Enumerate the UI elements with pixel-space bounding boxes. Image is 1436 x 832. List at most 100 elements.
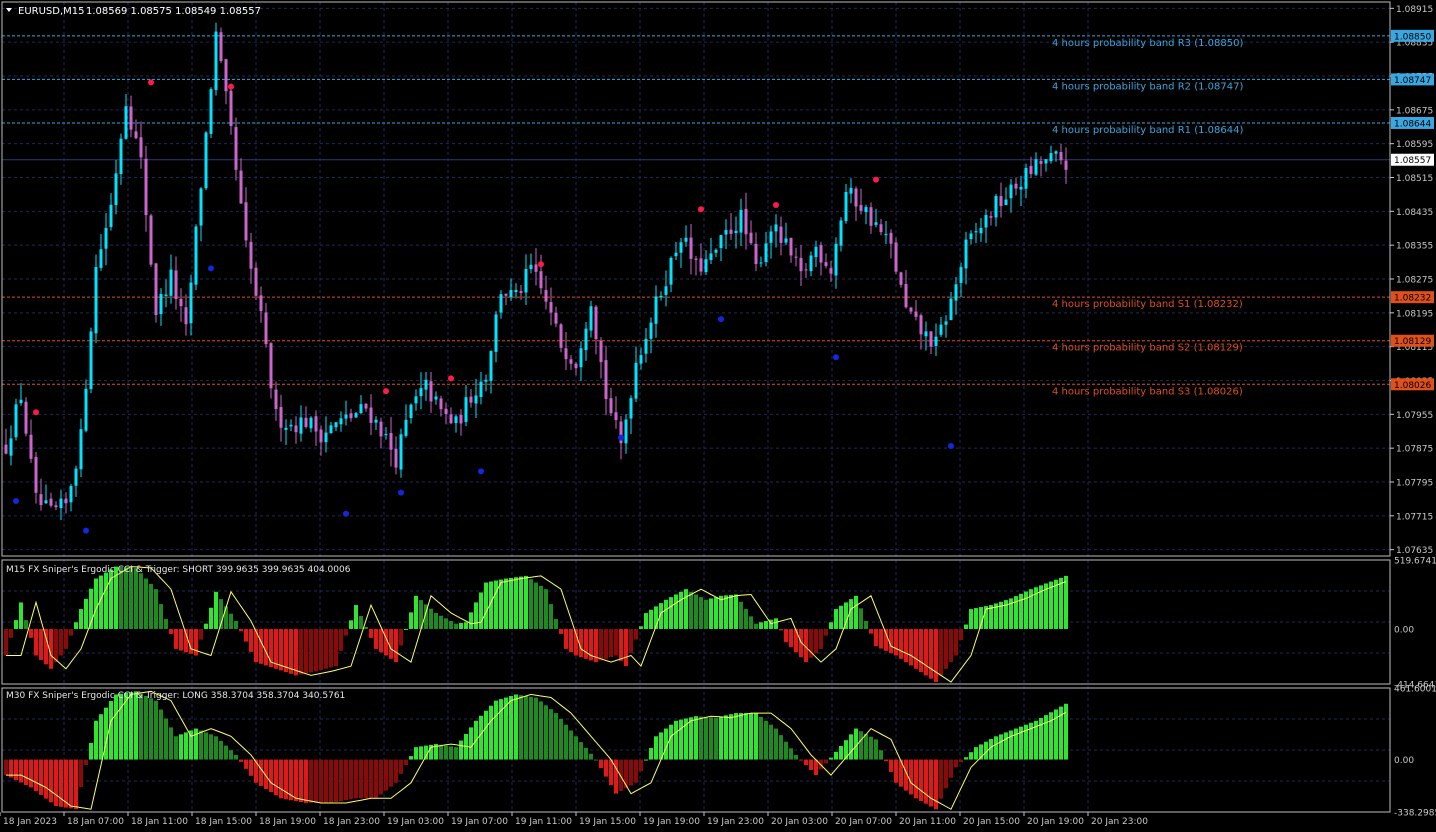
candle-body <box>569 359 573 364</box>
cci-bar <box>469 612 473 629</box>
price-tick-label: 1.08275 <box>1396 276 1433 286</box>
cci-bar <box>169 628 173 634</box>
candle-body <box>299 417 303 434</box>
candle-body <box>84 388 88 431</box>
candle-body <box>864 207 868 213</box>
candle-body <box>234 127 238 170</box>
cci-bar <box>764 720 768 760</box>
cci-bar <box>599 759 603 769</box>
cci-bar <box>679 591 683 629</box>
cci-bar <box>354 759 358 799</box>
cci-bar <box>864 733 868 760</box>
candle-body <box>894 242 898 272</box>
candle-body <box>214 31 218 90</box>
cci-bar <box>824 759 828 764</box>
candle-body <box>149 215 153 265</box>
cci-bar <box>524 575 528 629</box>
candle-body <box>724 229 728 235</box>
cci-bar <box>509 695 513 760</box>
cci-bar <box>479 592 483 629</box>
candle-body <box>404 419 408 436</box>
cci-bar <box>334 628 338 667</box>
cci-bar <box>154 700 158 760</box>
cci-bar <box>444 745 448 760</box>
cci-bar <box>674 594 678 629</box>
time-tick-label: 18 Jan 2023 <box>3 817 57 827</box>
candle-body <box>389 432 393 450</box>
price-tick-label: 1.08675 <box>1396 106 1433 116</box>
candle-body <box>514 289 518 292</box>
cci-bar <box>79 759 83 788</box>
cci-bar <box>39 759 43 795</box>
candle-body <box>144 158 148 216</box>
cci-bar <box>684 589 688 629</box>
cci-bar <box>889 628 893 654</box>
cci-bar <box>374 628 378 649</box>
cci-bar <box>149 583 153 629</box>
candle-body <box>489 350 493 381</box>
cci-bar <box>229 613 233 629</box>
candle-body <box>534 264 538 272</box>
candle-body <box>904 283 908 308</box>
cci-bar <box>454 623 458 629</box>
cci-bar <box>1019 593 1023 629</box>
candle-body <box>1029 165 1033 174</box>
candle-body <box>64 498 68 504</box>
cci-bar <box>294 628 298 676</box>
cci-bar <box>934 628 938 683</box>
cci-bar <box>564 628 568 649</box>
down-fractal-dot <box>478 468 484 475</box>
cci-bar <box>269 759 273 793</box>
down-fractal-dot <box>398 489 404 496</box>
cci-bar <box>364 759 368 799</box>
candle-body <box>524 269 528 293</box>
cci-bar <box>9 628 13 638</box>
cci-bar <box>964 757 968 760</box>
cci-bar <box>339 628 343 651</box>
candle-body <box>969 233 973 240</box>
cci-bar <box>584 747 588 760</box>
cci-bar <box>159 604 163 629</box>
cci-bar <box>949 628 953 663</box>
candle-body <box>169 269 173 296</box>
cci-bar <box>974 747 978 760</box>
cci-bar <box>859 608 863 629</box>
cci-bar <box>484 582 488 629</box>
candle-body <box>729 229 733 234</box>
cci-bar <box>14 759 18 781</box>
cci-bar <box>214 736 218 760</box>
candle-body <box>769 231 773 243</box>
cci-bar <box>394 628 398 663</box>
cci-bar <box>329 759 333 803</box>
candle-body <box>49 498 53 506</box>
price-tag-label: 1.08232 <box>1394 294 1431 304</box>
cci-bar <box>529 579 533 629</box>
cci-bar <box>39 628 43 660</box>
candle-body <box>994 196 998 218</box>
cci-bar <box>594 759 598 761</box>
trading-chart[interactable]: 4 hours probability band R3 (1.08850) 4 h… <box>0 0 1436 832</box>
cci-bar <box>319 628 323 671</box>
cci-bar <box>514 694 518 760</box>
cci-bar <box>744 609 748 629</box>
cci-bar <box>174 736 178 760</box>
candle-body <box>294 425 298 433</box>
candle-body <box>779 226 783 243</box>
cci-bar <box>29 628 33 638</box>
candle-body <box>19 399 23 404</box>
cci-bar <box>879 628 883 649</box>
candle-body <box>114 173 118 206</box>
price-tick-label: 1.08595 <box>1396 140 1433 150</box>
cci-bar <box>344 628 348 636</box>
cci-bar <box>374 759 378 799</box>
cci-bar <box>234 621 238 629</box>
cci-bar <box>419 746 423 760</box>
cci-bar <box>554 713 558 760</box>
cci-bar <box>499 699 503 760</box>
candle-body <box>1054 151 1058 154</box>
cci-bar <box>724 715 728 760</box>
cci-bar <box>689 717 693 760</box>
cci-bar <box>599 628 603 661</box>
cci-bar <box>99 714 103 760</box>
cci-bar <box>994 736 998 760</box>
